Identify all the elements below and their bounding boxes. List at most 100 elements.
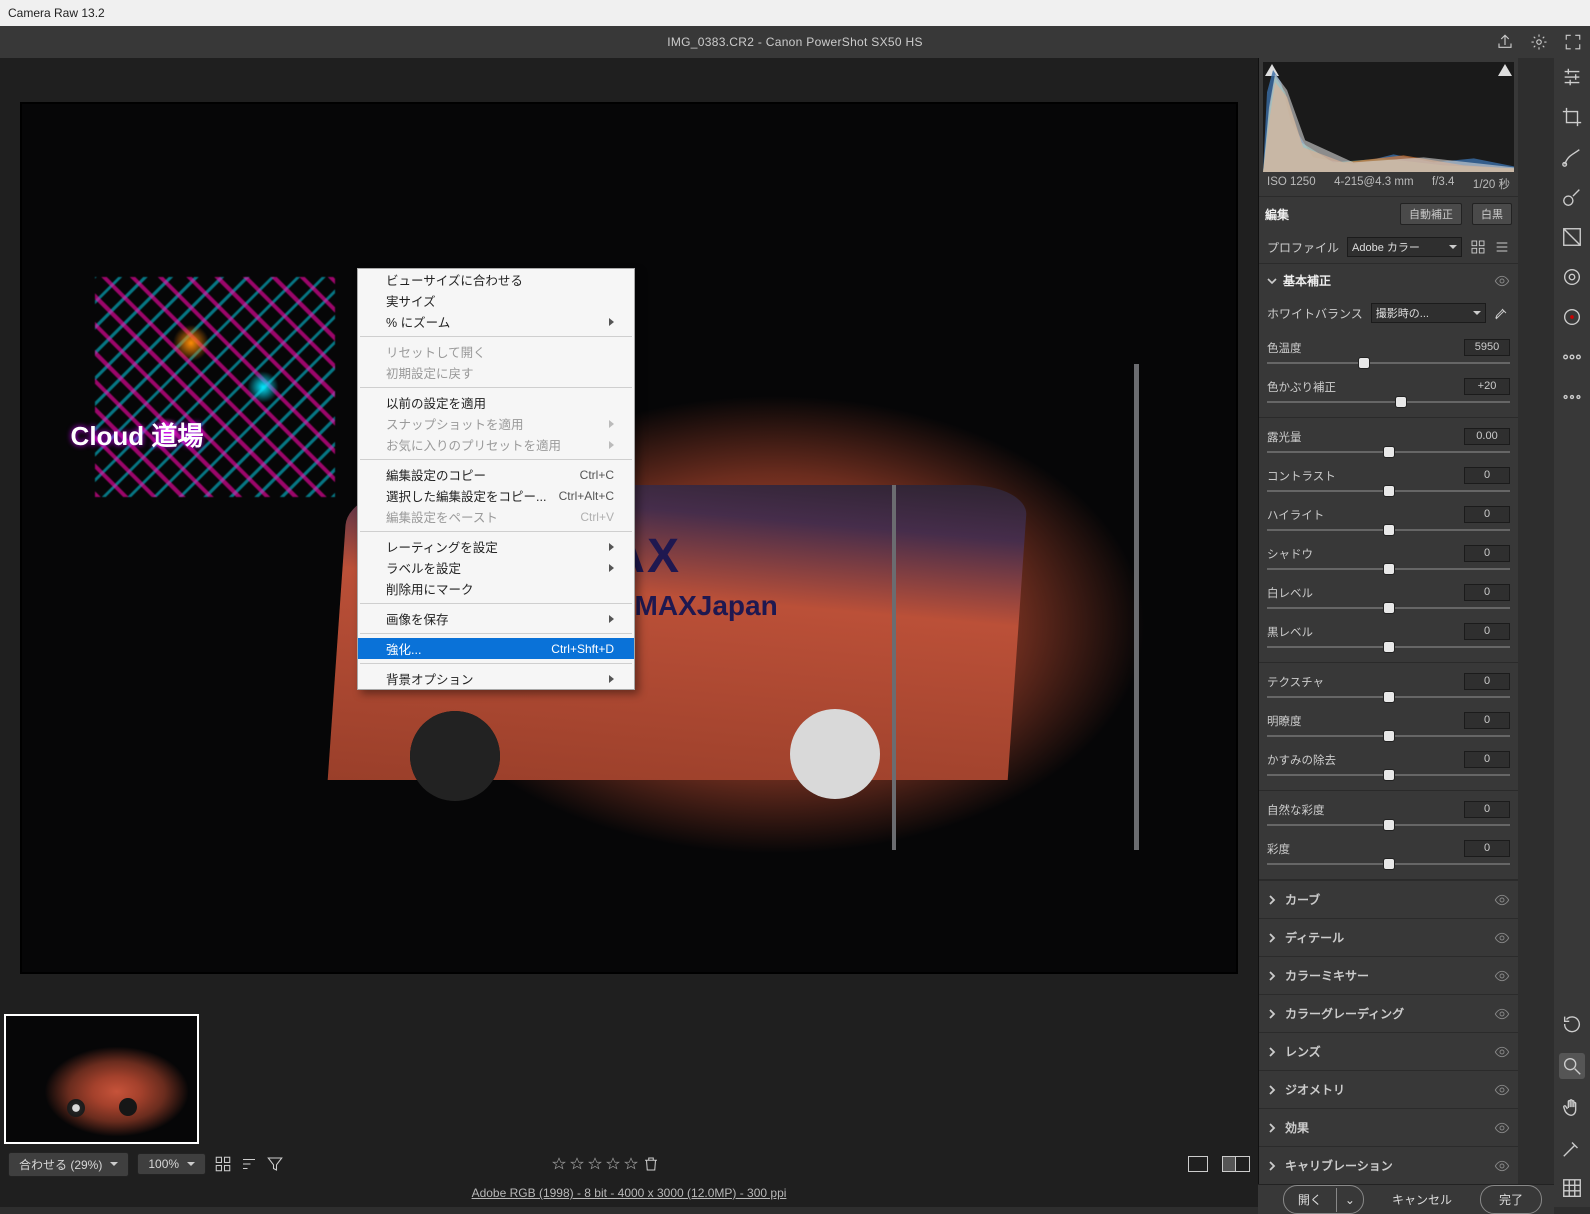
slider-track[interactable] [1267, 770, 1510, 780]
star-icon[interactable] [588, 1157, 602, 1171]
presets-icon[interactable] [1561, 346, 1583, 368]
context-menu-item[interactable]: レーティングを設定 [358, 536, 634, 557]
eye-icon[interactable] [1494, 273, 1510, 289]
fullscreen-icon[interactable] [1564, 33, 1582, 51]
collapsed-panel-header[interactable]: カラーミキサー [1259, 956, 1518, 994]
rating-stars[interactable] [552, 1155, 660, 1173]
slider-knob[interactable] [1384, 603, 1394, 613]
grid-view-icon[interactable] [214, 1155, 232, 1173]
sort-icon[interactable] [240, 1155, 258, 1173]
slider-knob[interactable] [1384, 447, 1394, 457]
collapsed-panel-header[interactable]: 効果 [1259, 1108, 1518, 1146]
context-menu-item[interactable]: 削除用にマーク [358, 578, 634, 599]
slider-knob[interactable] [1396, 397, 1406, 407]
eye-icon[interactable] [1494, 1044, 1510, 1060]
open-button[interactable]: 開く ⌄ [1283, 1185, 1364, 1214]
bw-button[interactable]: 白黒 [1472, 203, 1512, 225]
slider-value[interactable]: 0 [1464, 673, 1510, 690]
auto-button[interactable]: 自動補正 [1400, 203, 1462, 225]
workflow-options-link[interactable]: Adobe RGB (1998) - 8 bit - 4000 x 3000 (… [0, 1179, 1258, 1207]
edit-sliders-icon[interactable] [1561, 66, 1583, 88]
slider-knob[interactable] [1384, 770, 1394, 780]
slider-value[interactable]: 0 [1464, 623, 1510, 640]
wb-select[interactable]: 撮影時の... [1371, 303, 1486, 323]
fit-zoom-dropdown[interactable]: 合わせる (29%) [8, 1152, 129, 1177]
slider-knob[interactable] [1384, 486, 1394, 496]
settings-gear-icon[interactable] [1530, 33, 1548, 51]
context-menu-item[interactable]: ラベルを設定 [358, 557, 634, 578]
slider-knob[interactable] [1384, 859, 1394, 869]
slider-value[interactable]: 0.00 [1464, 428, 1510, 445]
context-menu-item[interactable]: 以前の設定を適用 [358, 392, 634, 413]
slider-value[interactable]: 0 [1464, 840, 1510, 857]
star-icon[interactable] [552, 1157, 566, 1171]
filmstrip-thumbnail[interactable] [4, 1014, 199, 1144]
slider-value[interactable]: +20 [1464, 378, 1510, 395]
hand-tool-icon[interactable] [1561, 1097, 1583, 1119]
slider-knob[interactable] [1384, 731, 1394, 741]
eye-icon[interactable] [1494, 892, 1510, 908]
cancel-button[interactable]: キャンセル [1374, 1186, 1470, 1213]
filter-icon[interactable] [266, 1155, 284, 1173]
zoom-tool-icon[interactable] [1559, 1053, 1585, 1079]
eye-icon[interactable] [1494, 930, 1510, 946]
eye-icon[interactable] [1494, 1082, 1510, 1098]
share-icon[interactable] [1496, 33, 1514, 51]
slider-track[interactable] [1267, 447, 1510, 457]
eye-icon[interactable] [1494, 1006, 1510, 1022]
collapsed-panel-header[interactable]: キャリブレーション [1259, 1146, 1518, 1184]
slider-value[interactable]: 0 [1464, 467, 1510, 484]
crop-icon[interactable] [1561, 106, 1583, 128]
slider-value[interactable]: 0 [1464, 545, 1510, 562]
context-menu-item[interactable]: 実サイズ [358, 290, 634, 311]
preview-zone[interactable]: Cloud 道場 MAX #AdobeMAXJapan ビューサイズに合わせる実… [0, 58, 1258, 1009]
slider-knob[interactable] [1384, 564, 1394, 574]
trash-icon[interactable] [642, 1155, 660, 1173]
slider-track[interactable] [1267, 525, 1510, 535]
slider-track[interactable] [1267, 486, 1510, 496]
context-menu[interactable]: ビューサイズに合わせる実サイズ% にズームリセットして開く初期設定に戻す以前の設… [357, 268, 635, 690]
single-view-icon[interactable] [1188, 1156, 1208, 1172]
context-menu-item[interactable]: 編集設定のコピーCtrl+C [358, 464, 634, 485]
slider-value[interactable]: 0 [1464, 801, 1510, 818]
local-adjust-brush-icon[interactable] [1561, 186, 1583, 208]
collapsed-panel-header[interactable]: ディテール [1259, 918, 1518, 956]
slider-track[interactable] [1267, 820, 1510, 830]
zoom-dropdown[interactable]: 100% [137, 1153, 206, 1175]
profile-grid-icon[interactable] [1470, 239, 1486, 255]
radial-icon[interactable] [1561, 266, 1583, 288]
slider-track[interactable] [1267, 358, 1510, 368]
profile-select[interactable]: Adobe カラー [1347, 237, 1462, 257]
slider-track[interactable] [1267, 397, 1510, 407]
slider-track[interactable] [1267, 692, 1510, 702]
slider-value[interactable]: 0 [1464, 751, 1510, 768]
slider-value[interactable]: 0 [1464, 584, 1510, 601]
slider-knob[interactable] [1384, 642, 1394, 652]
slider-track[interactable] [1267, 642, 1510, 652]
histogram[interactable] [1263, 62, 1514, 172]
star-icon[interactable] [606, 1157, 620, 1171]
collapsed-panel-header[interactable]: レンズ [1259, 1032, 1518, 1070]
before-after-icon[interactable] [1222, 1156, 1250, 1172]
sampler-icon[interactable] [1561, 1137, 1583, 1159]
slider-knob[interactable] [1359, 358, 1369, 368]
context-menu-item[interactable]: 画像を保存 [358, 608, 634, 629]
context-menu-item[interactable]: 背景オプション [358, 668, 634, 689]
eye-icon[interactable] [1494, 968, 1510, 984]
collapsed-panel-header[interactable]: ジオメトリ [1259, 1070, 1518, 1108]
eye-icon[interactable] [1494, 1158, 1510, 1174]
context-menu-item[interactable]: 選択した編集設定をコピー...Ctrl+Alt+C [358, 485, 634, 506]
slider-track[interactable] [1267, 603, 1510, 613]
more-icon[interactable] [1561, 386, 1583, 408]
context-menu-item[interactable]: % にズーム [358, 311, 634, 332]
redeye-icon[interactable] [1561, 306, 1583, 328]
eyedropper-icon[interactable] [1494, 305, 1510, 321]
profile-browse-icon[interactable] [1494, 239, 1510, 255]
grid-icon[interactable] [1561, 1177, 1583, 1199]
slider-track[interactable] [1267, 859, 1510, 869]
heal-brush-icon[interactable] [1561, 146, 1583, 168]
collapsed-panel-header[interactable]: カラーグレーディング [1259, 994, 1518, 1032]
slider-track[interactable] [1267, 731, 1510, 741]
slider-knob[interactable] [1384, 525, 1394, 535]
cycle-icon[interactable] [1561, 1013, 1583, 1035]
